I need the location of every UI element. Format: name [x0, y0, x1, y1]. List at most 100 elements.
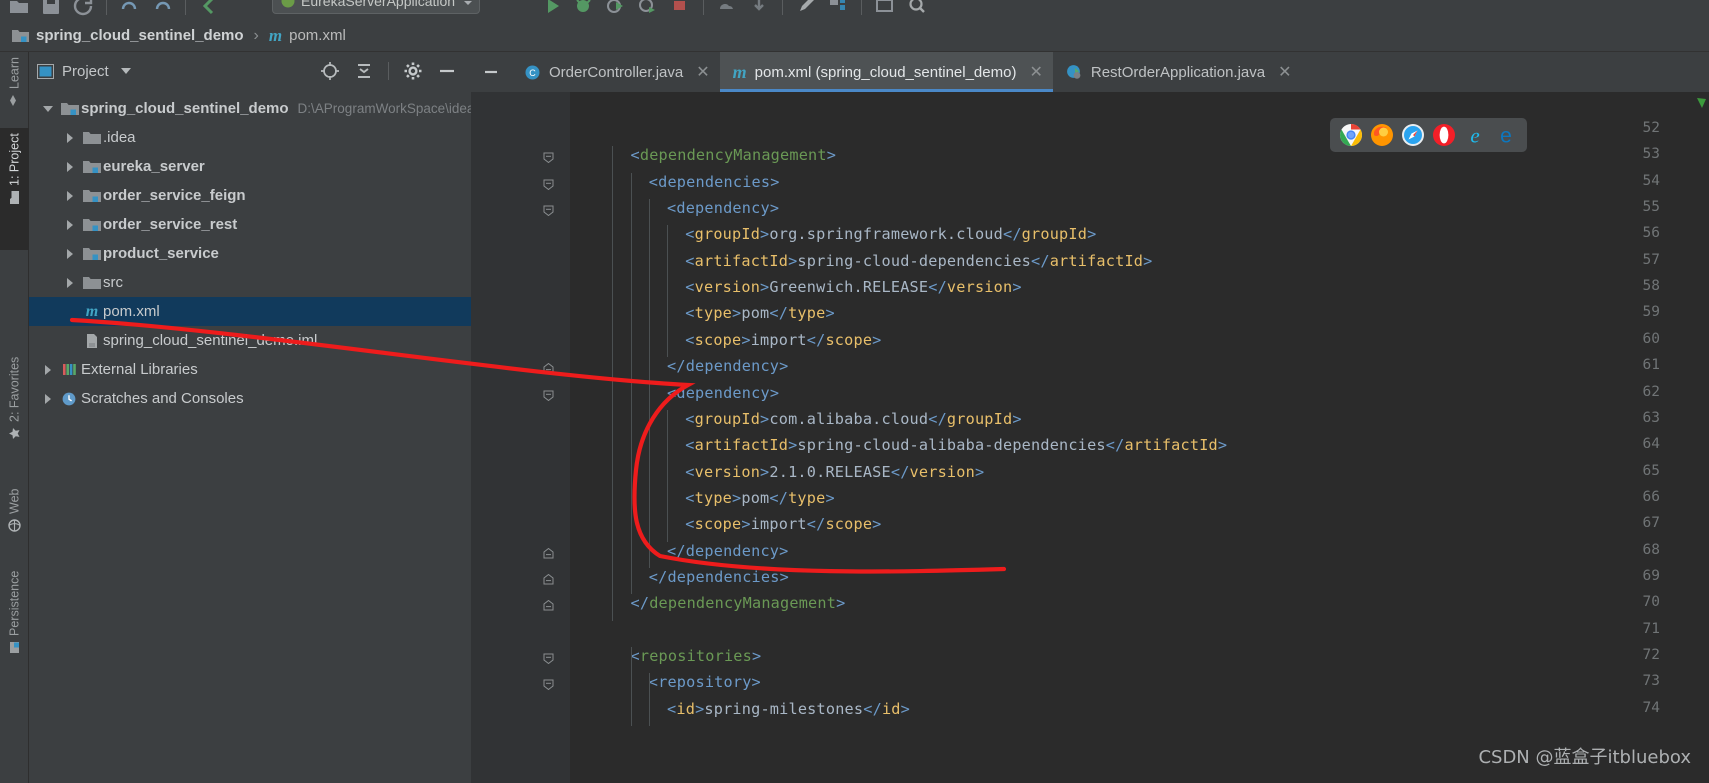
tab-order-controller-java[interactable]: C OrderController.java ✕	[511, 52, 720, 92]
code-line[interactable]: <repositories>	[631, 647, 762, 665]
tree-node-spring-cloud-sentinel-demo[interactable]: spring_cloud_sentinel_demo D:\AProgramWo…	[29, 94, 471, 123]
code-line[interactable]: <dependency>	[667, 384, 779, 402]
code-line[interactable]: <artifactId>spring-cloud-dependencies</a…	[685, 252, 1152, 270]
expand-arrow-icon[interactable]	[59, 190, 81, 201]
code-line[interactable]: </dependencies>	[649, 568, 789, 586]
fold-end-icon[interactable]	[543, 572, 554, 585]
close-icon[interactable]: ✕	[696, 62, 709, 82]
expand-arrow-icon[interactable]	[59, 219, 81, 230]
tree-node-order-service-rest[interactable]: order_service_rest	[29, 210, 471, 239]
code-line[interactable]: <type>pom</type>	[685, 304, 835, 322]
search-icon[interactable]	[904, 0, 930, 19]
editor-code-area[interactable]: <dependencyManagement> <dependencies> <dep…	[570, 92, 1709, 783]
sync-icon[interactable]	[70, 0, 96, 19]
tree-node-scratches-and-consoles[interactable]: Scratches and Consoles	[29, 384, 471, 413]
save-icon[interactable]	[38, 0, 64, 19]
code-line[interactable]: <scope>import</scope>	[685, 331, 881, 349]
expand-arrow-icon[interactable]	[59, 277, 81, 288]
edge-icon[interactable]: e	[1494, 123, 1518, 148]
inspection-status-icon[interactable]	[1697, 98, 1708, 112]
expand-arrow-icon[interactable]	[59, 248, 81, 259]
sidebar-item-web[interactable]: Web	[0, 484, 29, 562]
code-line[interactable]: <id>spring-milestones</id>	[667, 700, 910, 718]
fold-collapse-icon[interactable]	[543, 203, 554, 217]
breadcrumb-project[interactable]: spring_cloud_sentinel_demo	[12, 27, 244, 44]
undo-icon[interactable]	[117, 0, 143, 19]
run-configuration-selector[interactable]: EurekaServerApplication	[272, 0, 481, 14]
fold-collapse-icon[interactable]	[543, 388, 554, 401]
code-line[interactable]: <dependencies>	[649, 173, 780, 191]
code-editor[interactable]: 52 53 54 55 56 57 58 59 60 61 62 63 64 65 66 67 68 69 70 71…	[471, 92, 1709, 783]
firefox-icon[interactable]	[1370, 123, 1394, 147]
breadcrumb-file[interactable]: m pom.xml	[269, 26, 346, 46]
sidebar-item-favorites[interactable]: 2: Favorites	[0, 352, 29, 480]
fold-collapse-icon[interactable]	[543, 177, 554, 190]
settings-gear-icon[interactable]	[403, 61, 423, 81]
collapse-all-icon[interactable]	[354, 61, 374, 81]
safari-icon[interactable]	[1401, 123, 1425, 147]
code-line[interactable]: <artifactId>spring-cloud-alibaba-depende…	[685, 436, 1227, 454]
internet-explorer-icon[interactable]: e	[1463, 123, 1487, 148]
tree-node-idea[interactable]: .idea	[29, 123, 471, 152]
tab-rest-order-application-java[interactable]: RestOrderApplication.java ✕	[1053, 52, 1302, 92]
code-line[interactable]: <dependency>	[667, 199, 779, 217]
opera-icon[interactable]	[1432, 123, 1456, 147]
project-panel-title[interactable]: Project	[37, 63, 131, 80]
expand-arrow-icon[interactable]	[37, 105, 59, 112]
tree-node-external-libraries[interactable]: External Libraries	[29, 355, 471, 384]
editor-gutter[interactable]	[471, 92, 570, 783]
code-line[interactable]: <scope>import</scope>	[685, 515, 881, 533]
code-line[interactable]: <dependencyManagement>	[631, 146, 837, 164]
fold-end-icon[interactable]	[543, 598, 554, 611]
code-line[interactable]: </dependencyManagement>	[631, 594, 846, 612]
code-line[interactable]: <groupId>com.alibaba.cloud</groupId>	[685, 410, 1021, 428]
code-line[interactable]: <groupId>org.springframework.cloud</grou…	[685, 225, 1096, 243]
close-icon[interactable]: ✕	[1029, 62, 1042, 82]
project-tree[interactable]: spring_cloud_sentinel_demo D:\AProgramWo…	[29, 90, 471, 783]
structure-icon[interactable]	[825, 0, 851, 19]
code-line[interactable]: <repository>	[649, 673, 761, 691]
run-icon[interactable]	[539, 0, 565, 19]
stop-icon[interactable]	[667, 0, 693, 19]
tree-node-iml-file[interactable]: spring_cloud_sentinel_demo.iml	[29, 326, 471, 355]
close-icon[interactable]: ✕	[1278, 62, 1291, 82]
expand-arrow-icon[interactable]	[37, 393, 59, 404]
run-profile-icon[interactable]	[635, 0, 661, 19]
tree-node-pom-xml[interactable]: m pom.xml	[29, 297, 471, 326]
expand-arrow-icon[interactable]	[59, 132, 81, 143]
fold-end-icon[interactable]	[543, 361, 554, 374]
commit-icon[interactable]	[746, 0, 772, 19]
tree-node-eureka-server[interactable]: eureka_server	[29, 152, 471, 181]
tree-node-order-service-feign[interactable]: order_service_feign	[29, 181, 471, 210]
fold-end-icon[interactable]	[543, 546, 554, 559]
expand-arrow-icon[interactable]	[59, 161, 81, 172]
redo-icon[interactable]	[149, 0, 175, 19]
tree-node-src[interactable]: src	[29, 268, 471, 297]
code-line[interactable]: <version>2.1.0.RELEASE</version>	[685, 463, 984, 481]
tree-node-product-service[interactable]: product_service	[29, 239, 471, 268]
debug-icon[interactable]	[571, 0, 597, 19]
run-with-coverage-icon[interactable]	[603, 0, 629, 19]
fold-collapse-icon[interactable]	[543, 651, 554, 665]
locate-icon[interactable]	[320, 61, 340, 81]
hide-panel-icon[interactable]	[437, 61, 457, 81]
expand-arrow-icon[interactable]	[37, 364, 59, 375]
code-line[interactable]: <type>pom</type>	[685, 489, 835, 507]
browser-popup[interactable]: e e	[1330, 118, 1527, 152]
sidebar-item-persistence[interactable]: Persistence	[0, 566, 29, 694]
open-folder-icon[interactable]	[6, 0, 32, 19]
fold-collapse-icon[interactable]	[543, 150, 554, 164]
sidebar-item-project[interactable]: 1: Project	[0, 128, 29, 250]
sidebar-item-learn[interactable]: Learn	[0, 52, 29, 126]
code-line[interactable]: </dependency>	[667, 357, 788, 375]
code-line[interactable]: <version>Greenwich.RELEASE</version>	[685, 278, 1021, 296]
preview-icon[interactable]	[872, 0, 898, 19]
back-arrow-icon[interactable]	[196, 0, 222, 19]
chevron-down-icon[interactable]	[120, 68, 131, 74]
tab-pom-xml[interactable]: m pom.xml (spring_cloud_sentinel_demo) ✕	[719, 52, 1054, 92]
code-line[interactable]: </dependency>	[667, 542, 788, 560]
hide-editor-tabs-button[interactable]	[471, 52, 511, 92]
fold-collapse-icon[interactable]	[543, 677, 554, 691]
chrome-icon[interactable]	[1339, 123, 1363, 147]
pencil-icon[interactable]	[793, 0, 819, 19]
